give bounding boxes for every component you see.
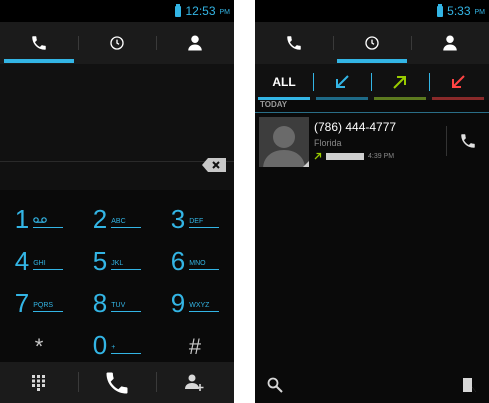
key-5[interactable]: 5 JKL — [78, 232, 156, 274]
call-duration-bar — [326, 152, 364, 160]
status-bar: 5:33 PM — [255, 0, 489, 22]
voicemail-icon — [33, 217, 64, 228]
dialpad-icon — [32, 374, 45, 391]
status-bar: 12:53 PM — [0, 0, 234, 22]
backspace-icon — [202, 158, 226, 172]
call-meta: 4:39 PM — [314, 152, 394, 160]
key-digit: 0 — [92, 330, 108, 360]
backspace-button[interactable] — [202, 158, 226, 172]
key-letters: DEF — [189, 218, 220, 228]
outgoing-call-icon — [393, 76, 406, 89]
key-digit: 7 — [14, 288, 30, 318]
key-8[interactable]: 8 TUV — [78, 274, 156, 316]
call-log-entry[interactable]: (786) 444-4777 Florida 4:39 PM — [255, 114, 489, 168]
overflow-menu-icon — [463, 377, 476, 392]
filter-outgoing[interactable] — [371, 64, 429, 100]
key-digit: 9 — [170, 288, 186, 318]
bottom-action-bar — [255, 366, 489, 403]
key-digit: * — [34, 334, 44, 359]
key-0[interactable]: 0 + — [78, 316, 156, 358]
key-digit: 1 — [14, 204, 30, 234]
battery-icon — [175, 3, 182, 17]
key-digit: 6 — [170, 246, 186, 276]
tab-selected-indicator — [4, 59, 74, 63]
search-icon — [267, 377, 283, 393]
filter-all-label: ALL — [272, 75, 296, 89]
tab-bar — [255, 22, 489, 64]
filter-incoming[interactable] — [313, 64, 371, 100]
key-3[interactable]: 3 DEF — [156, 190, 234, 232]
key-letters: WXYZ — [189, 302, 220, 312]
key-7[interactable]: 7 PQRS — [0, 274, 78, 316]
tab-selected-indicator — [337, 59, 407, 63]
call-location: Florida — [314, 138, 342, 148]
call-filter-bar: ALL — [255, 64, 489, 100]
key-letters: GHI — [33, 260, 64, 270]
key-letters: JKL — [111, 260, 142, 270]
add-contact-icon — [185, 374, 204, 391]
key-4[interactable]: 4 GHI — [0, 232, 78, 274]
missed-call-icon — [452, 75, 465, 88]
tab-bar — [0, 22, 234, 64]
key-letters: + — [111, 344, 142, 354]
keypad: 1 2 ABC 3 DEF 4 GHI 5 JKL 6 MNO 7 PQRS 8… — [0, 190, 234, 360]
dialpad-toggle-button[interactable] — [0, 362, 78, 403]
incoming-call-icon — [336, 75, 349, 88]
contact-icon — [443, 35, 457, 51]
dialed-digits-field[interactable] — [0, 64, 234, 190]
phone-icon — [106, 372, 128, 393]
call-time: 4:39 PM — [368, 152, 395, 160]
dialer-action-bar — [0, 362, 234, 403]
phone-icon — [287, 36, 301, 50]
key-digit: 5 — [92, 246, 108, 276]
search-button[interactable] — [255, 366, 295, 403]
key-digit: # — [188, 334, 202, 359]
key-digit: 8 — [92, 288, 108, 318]
call-back-button[interactable] — [451, 126, 485, 156]
key-digit: 3 — [170, 204, 186, 234]
tab-phone[interactable] — [255, 22, 333, 64]
phone-icon — [461, 134, 475, 148]
default-contact-icon — [263, 126, 309, 167]
status-time: 5:33 — [447, 4, 471, 18]
tab-phone[interactable] — [0, 22, 78, 64]
key-9[interactable]: 9 WXYZ — [156, 274, 234, 316]
key-star[interactable]: * — [0, 316, 78, 358]
tab-contacts[interactable] — [411, 22, 489, 64]
call-log-screen: 5:33 PM ALL TODAY (786) 444-4777 Florida… — [255, 0, 489, 403]
key-1[interactable]: 1 — [0, 190, 78, 232]
phone-icon — [32, 36, 46, 50]
clock-icon — [365, 36, 379, 50]
status-ampm: PM — [219, 9, 231, 16]
contact-icon — [188, 35, 202, 51]
avatar[interactable] — [259, 117, 309, 167]
key-digit: 2 — [92, 204, 108, 234]
digits-divider — [0, 161, 234, 162]
status-ampm: PM — [474, 9, 486, 16]
tab-call-log[interactable] — [333, 22, 411, 64]
status-time: 12:53 — [185, 4, 216, 18]
key-letters: TUV — [111, 302, 142, 312]
section-header-today: TODAY — [255, 100, 489, 113]
key-digit: 4 — [14, 246, 30, 276]
battery-icon — [437, 3, 444, 17]
row-divider — [446, 126, 447, 156]
filter-all[interactable]: ALL — [255, 64, 313, 100]
outgoing-call-icon — [314, 152, 322, 160]
filter-missed[interactable] — [429, 64, 487, 100]
key-letters: MNO — [189, 260, 220, 270]
more-options-button[interactable] — [449, 366, 489, 403]
key-6[interactable]: 6 MNO — [156, 232, 234, 274]
dialer-screen: 12:53 PM 1 2 ABC 3 DEF 4 GHI 5 JKL 6 MNO… — [0, 0, 234, 403]
key-letters: PQRS — [33, 302, 64, 312]
add-contact-button[interactable] — [156, 362, 234, 403]
tab-call-log[interactable] — [78, 22, 156, 64]
key-pound[interactable]: # — [156, 316, 234, 358]
call-button[interactable] — [78, 362, 156, 403]
key-letters: ABC — [111, 218, 142, 228]
clock-icon — [110, 36, 124, 50]
call-number: (786) 444-4777 — [314, 120, 397, 134]
key-2[interactable]: 2 ABC — [78, 190, 156, 232]
tab-contacts[interactable] — [156, 22, 234, 64]
